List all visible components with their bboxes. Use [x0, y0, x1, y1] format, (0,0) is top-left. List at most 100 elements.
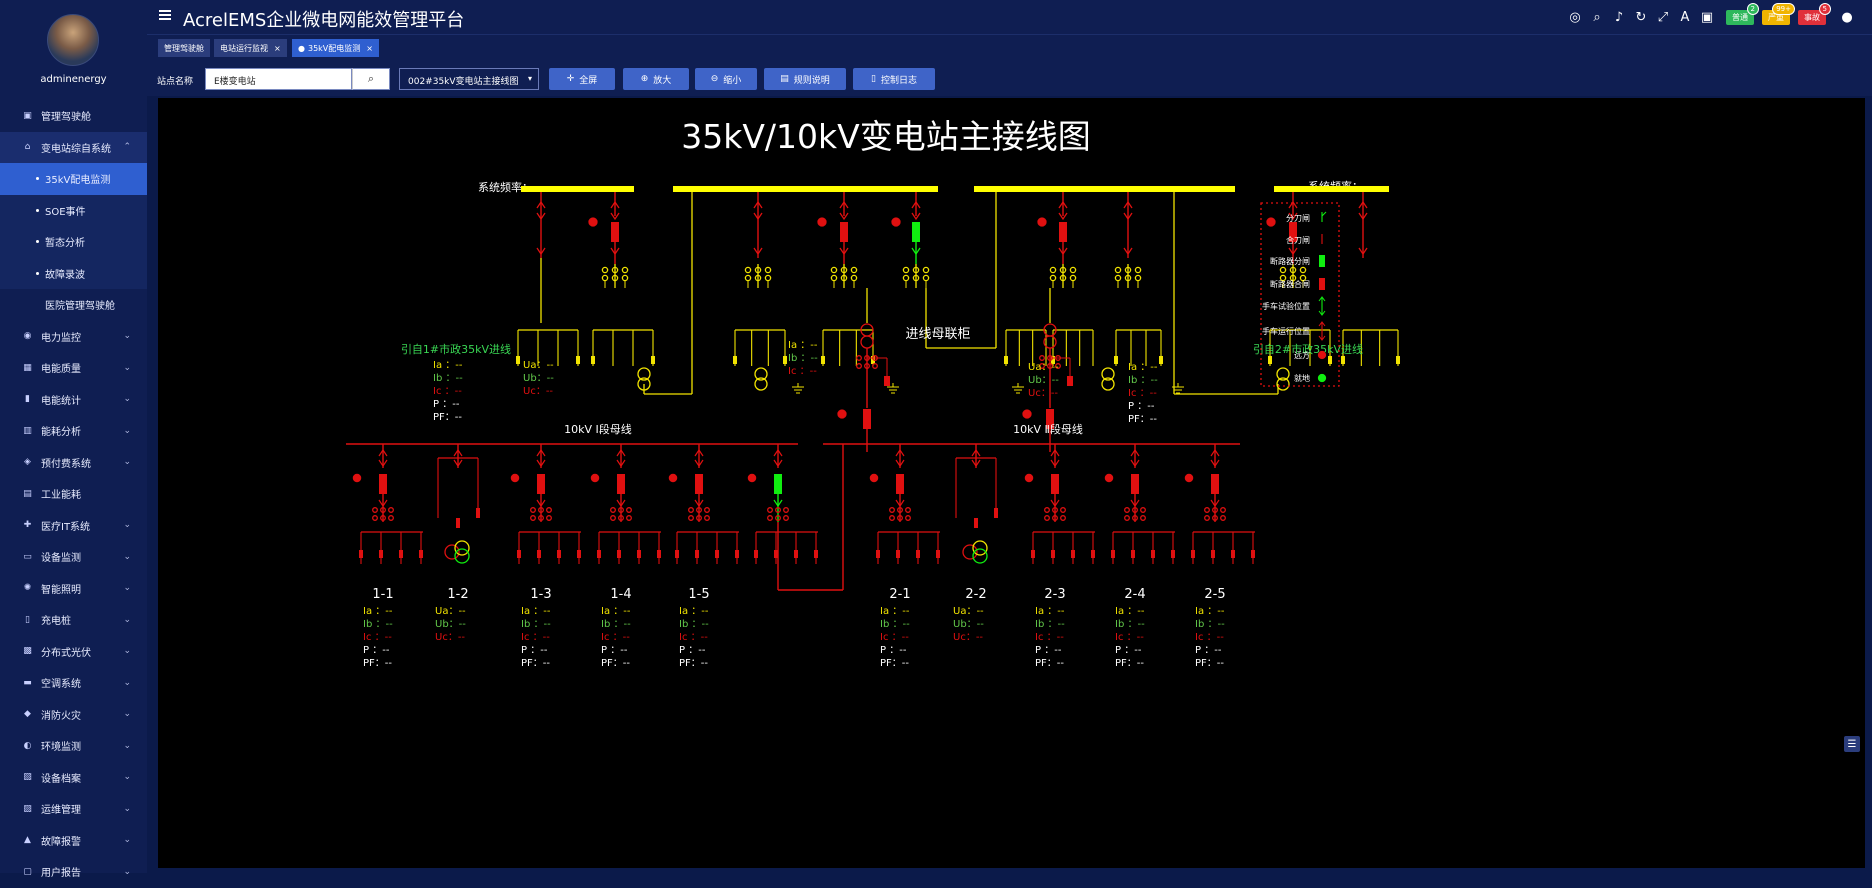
sidebar-item[interactable]: ▬ 空调系统 ⌄	[0, 667, 147, 699]
ct-coil	[1060, 515, 1066, 521]
sidebar-item-label: 智能照明	[41, 584, 81, 596]
remote-indicator	[869, 473, 879, 483]
user-icon[interactable]: ●	[1836, 6, 1858, 28]
fuse	[1151, 550, 1155, 558]
ct-coil	[1140, 507, 1146, 513]
chevron-down-icon: ⌄	[123, 677, 131, 688]
menu-toggle-icon[interactable]	[159, 10, 171, 20]
ct-coil	[1069, 274, 1077, 282]
font-icon[interactable]: A	[1674, 6, 1696, 28]
tab-station-monitor[interactable]: 电站运行监视 ×	[214, 39, 287, 57]
fuse	[476, 508, 480, 518]
current-readout: PF：--	[521, 658, 550, 669]
sidebar-item[interactable]: ▩ 分布式光伏 ⌄	[0, 636, 147, 668]
chevron-down-icon: ⌄	[123, 394, 131, 405]
ct-coil	[1039, 355, 1045, 361]
current-readout: P ：--	[1115, 645, 1142, 656]
sidebar-item[interactable]: ⌂ 变电站综自系统 ⌃	[0, 131, 147, 163]
fuse	[1171, 550, 1175, 558]
sidebar-item[interactable]: ▦ 电能质量 ⌄	[0, 352, 147, 384]
button-label: 放大	[653, 75, 672, 86]
current-readout: Ib ：--	[679, 619, 709, 630]
sidebar-item[interactable]: ◆ 消防火灾 ⌄	[0, 699, 147, 731]
theme-icon[interactable]: ▣	[1696, 6, 1718, 28]
sidebar-item[interactable]: ▮ 电能统计 ⌄	[0, 384, 147, 416]
alarm-badge-accident[interactable]: 事故 5	[1798, 2, 1831, 25]
close-icon[interactable]: ×	[366, 44, 373, 53]
zoom-in-icon: ⊕	[640, 74, 649, 84]
rules-button[interactable]: ▤ 规则说明	[764, 68, 846, 90]
sidebar-item[interactable]: ▤ 工业能耗	[0, 478, 147, 510]
help-icon[interactable]: ◎	[1564, 6, 1586, 28]
ct-coil	[1299, 266, 1307, 274]
search-icon[interactable]: ⌕	[1586, 6, 1608, 28]
zoom-out-button[interactable]: ⊖ 缩小	[695, 68, 757, 90]
remote-indicator	[668, 473, 678, 483]
ct-coil	[1114, 266, 1122, 274]
sidebar-item[interactable]: ▲ 故障报警 ⌄	[0, 825, 147, 857]
sidebar-item[interactable]: ▧ 设备档案 ⌄	[0, 762, 147, 794]
sidebar-item[interactable]: ▥ 能耗分析 ⌄	[0, 415, 147, 447]
sidebar-subitem[interactable]: 暂态分析	[0, 226, 147, 258]
sidebar-item-label: 管理驾驶舱	[41, 112, 91, 124]
ct-coil	[850, 266, 858, 274]
bus-2-label: 10kV Ⅱ段母线	[1013, 422, 1083, 436]
voltage-readout: Uc：--	[1028, 388, 1058, 399]
current-readout: Ib ：--	[601, 619, 631, 630]
current-readout: Ib ：--	[1195, 619, 1225, 630]
sidebar-item[interactable]: ✺ 智能照明 ⌄	[0, 573, 147, 605]
avatar[interactable]	[47, 14, 99, 66]
ct-coil	[922, 266, 930, 274]
sidebar-item[interactable]: 医院管理驾驶舱	[0, 289, 147, 321]
sidebar-item[interactable]: ▢ 用户报告 ⌄	[0, 856, 147, 888]
ct-coil	[905, 515, 911, 521]
tab-35kv-monitor[interactable]: ● 35kV配电监测 ×	[292, 39, 379, 57]
sidebar-subitem[interactable]: 35kV配电监测	[0, 163, 147, 195]
medical-icon: ✚	[23, 520, 32, 531]
sidebar-subitem[interactable]: SOE事件	[0, 194, 147, 226]
sidebar-subitem[interactable]: 故障录波	[0, 257, 147, 289]
sidebar-item-label: 电能统计	[41, 395, 81, 407]
control-log-button[interactable]: ▯ 控制日志	[853, 68, 935, 90]
sidebar-item[interactable]: ◐ 环境监测 ⌄	[0, 730, 147, 762]
ct-coil	[1204, 515, 1210, 521]
sidebar-item[interactable]: ◈ 预付费系统 ⌄	[0, 447, 147, 479]
refresh-icon[interactable]: ↻	[1630, 6, 1652, 28]
tab-dashboard[interactable]: 管理驾驶舱	[158, 39, 210, 57]
alarm-badge-serious[interactable]: 严重 99+	[1762, 2, 1795, 25]
chevron-down-icon: ⌄	[123, 457, 131, 468]
remote-indicator	[510, 473, 520, 483]
breaker	[1051, 474, 1059, 494]
sidebar-item[interactable]: ▣ 管理驾驶舱	[0, 100, 147, 132]
fullscreen-icon[interactable]: ⤢	[1652, 6, 1674, 28]
sidebar-item[interactable]: ✚ 医疗IT系统 ⌄	[0, 510, 147, 542]
fuse	[733, 356, 737, 364]
dashboard-icon: ▣	[23, 110, 32, 121]
fullscreen-button[interactable]: ✛ 全屏	[549, 68, 615, 90]
fuse	[1071, 550, 1075, 558]
volume-icon[interactable]: ♪	[1608, 6, 1630, 28]
sidebar-item[interactable]: ▨ 运维管理 ⌄	[0, 793, 147, 825]
ct-coil	[601, 274, 609, 282]
sidebar-item-label: 空调系统	[41, 679, 81, 691]
search-button[interactable]: ⌕	[352, 68, 390, 90]
ct-coil	[767, 515, 773, 521]
plus-icon: ✛	[566, 74, 575, 84]
document-icon: ▤	[780, 74, 789, 84]
report-icon: ▢	[23, 866, 32, 877]
close-icon[interactable]: ×	[274, 44, 281, 53]
side-panel-icon[interactable]: ☰	[1844, 736, 1860, 752]
quality-icon: ▦	[23, 362, 32, 373]
sidebar-item[interactable]: ▯ 充电桩 ⌄	[0, 604, 147, 636]
35kv-busbar	[673, 186, 938, 192]
alarm-badge-normal[interactable]: 普通 2	[1726, 2, 1759, 25]
sidebar-item[interactable]: ◉ 电力监控 ⌄	[0, 321, 147, 353]
breaker	[617, 474, 625, 494]
ct-coil	[530, 507, 536, 513]
sidebar-item-label: 故障录波	[45, 269, 85, 281]
sidebar-item[interactable]: ▭ 设备监测 ⌄	[0, 541, 147, 573]
station-input[interactable]: E楼变电站	[205, 68, 352, 90]
voltage-readout: Uc：--	[953, 632, 983, 643]
zoom-in-button[interactable]: ⊕ 放大	[623, 68, 689, 90]
diagram-select[interactable]: 002#35kV变电站主接线图 ▾	[399, 68, 539, 90]
